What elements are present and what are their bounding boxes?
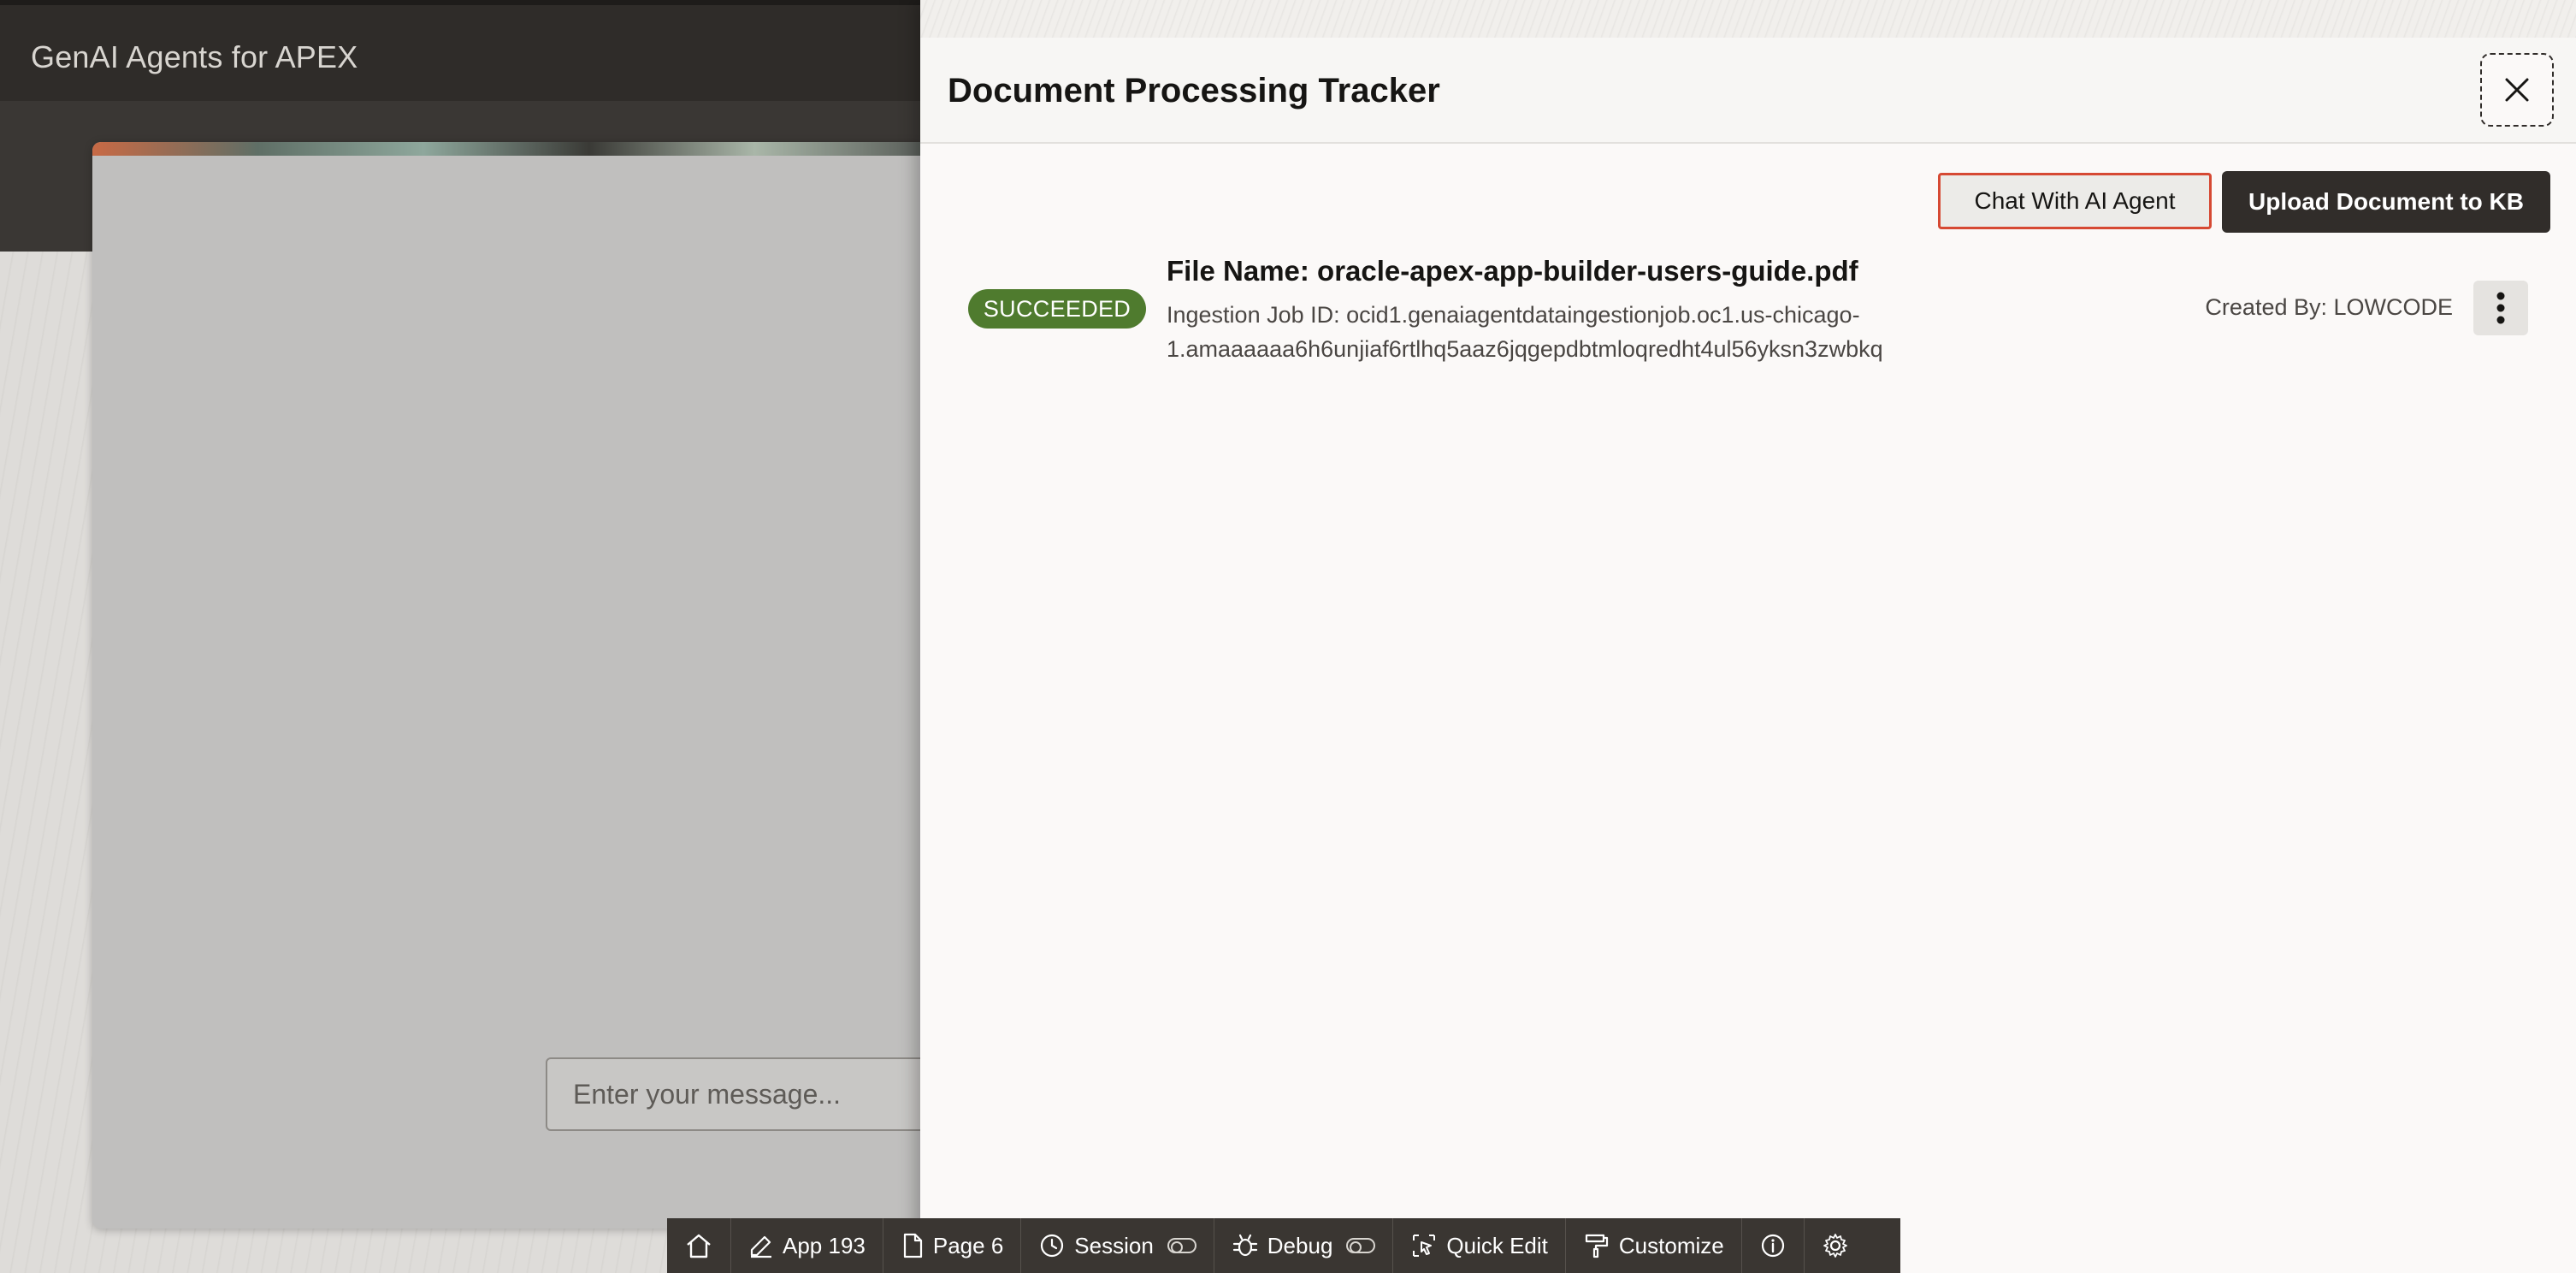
quick-edit-icon [1413, 1235, 1436, 1257]
panel-header: Document Processing Tracker [920, 38, 2576, 144]
bug-icon [1232, 1234, 1257, 1257]
toolbar-page-label: Page 6 [932, 1232, 1004, 1258]
toolbar-session-button[interactable]: Session [1021, 1218, 1214, 1273]
status-badge: SUCCEEDED [968, 289, 1146, 329]
job-id-line-1: Ingestion Job ID: ocid1.genaiagentdatain… [1167, 302, 1860, 328]
toolbar-app-label: App 193 [783, 1232, 866, 1258]
toolbar-settings-button[interactable] [1805, 1218, 1866, 1273]
gear-icon [1823, 1234, 1847, 1258]
message-input[interactable]: Enter your message... [546, 1057, 939, 1131]
chat-with-ai-agent-button[interactable]: Chat With AI Agent [1938, 173, 2212, 229]
toolbar-home-button[interactable] [667, 1218, 731, 1273]
toolbar-app-button[interactable]: App 193 [731, 1218, 883, 1273]
close-icon [2505, 78, 2529, 102]
info-icon [1761, 1234, 1784, 1258]
debug-toggle-icon[interactable] [1346, 1238, 1376, 1253]
toolbar-customize-button[interactable]: Customize [1566, 1218, 1742, 1273]
toolbar-debug-label: Debug [1267, 1232, 1333, 1258]
file-name: File Name: oracle-apex-app-builder-users… [1167, 255, 1858, 287]
close-button[interactable] [2480, 53, 2554, 127]
upload-document-button[interactable]: Upload Document to KB [2222, 171, 2550, 233]
ingestion-job-id: Ingestion Job ID: ocid1.genaiagentdatain… [1167, 298, 1936, 366]
panel-title: Document Processing Tracker [948, 72, 1440, 110]
toolbar-customize-label: Customize [1618, 1232, 1724, 1258]
app-title[interactable]: GenAI Agents for APEX [31, 39, 357, 75]
created-by: Created By: LOWCODE [2205, 294, 2453, 320]
session-toggle-icon[interactable] [1167, 1238, 1196, 1253]
developer-toolbar: App 193 Page 6 Session Debug Quick Edit … [667, 1218, 1900, 1273]
panel-top-strip [920, 0, 2576, 38]
job-id-line-2: 1.amaaaaaa6h6unjiaf6rtlhq5aaz6jqgepdbtml… [1167, 336, 1883, 362]
kebab-menu-icon [2496, 292, 2505, 324]
more-actions-button[interactable] [2473, 281, 2528, 335]
toolbar-quick-edit-label: Quick Edit [1446, 1232, 1548, 1258]
toolbar-quick-edit-button[interactable]: Quick Edit [1393, 1218, 1566, 1273]
toolbar-info-button[interactable] [1742, 1218, 1805, 1273]
toolbar-debug-button[interactable]: Debug [1214, 1218, 1394, 1273]
page-icon [903, 1233, 922, 1258]
edit-icon [750, 1235, 771, 1258]
document-tracker-panel: Document Processing Tracker Chat With AI… [920, 0, 2576, 1273]
card-banner-image [92, 142, 920, 156]
paint-roller-icon [1585, 1234, 1609, 1258]
home-icon [687, 1234, 711, 1258]
app-header: GenAI Agents for APEX [0, 0, 920, 101]
toolbar-session-label: Session [1074, 1232, 1154, 1258]
toolbar-page-button[interactable]: Page 6 [883, 1218, 1022, 1273]
session-icon [1041, 1234, 1064, 1258]
